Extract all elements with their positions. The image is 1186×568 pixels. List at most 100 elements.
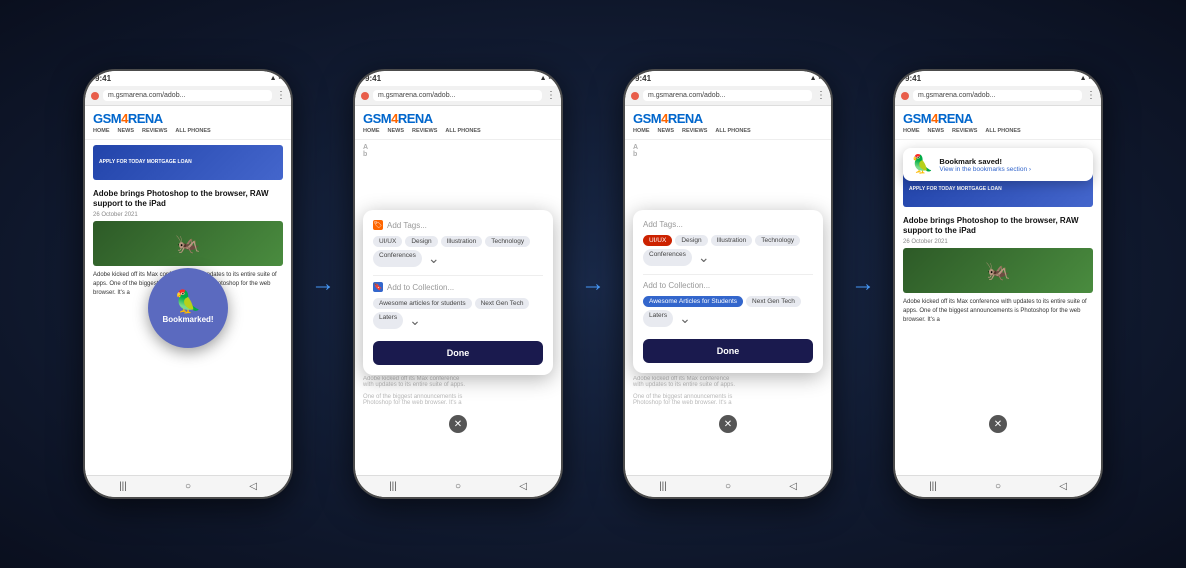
nav-home-btn-1[interactable]: ○ (185, 481, 191, 492)
browser-dot-3 (631, 92, 639, 100)
ad-banner-1: APPLY FOR TODAY MORTGAGE LOAN (93, 145, 283, 180)
nav-phones-1[interactable]: ALL PHONES (175, 128, 210, 134)
nav-back-3[interactable]: ||| (659, 481, 667, 492)
phone-4: 9:41 ▲ ▪ m.gsmarena.com/adob... ⋮ GSM4re… (893, 69, 1103, 499)
tag-conferences-2[interactable]: Conferences (373, 250, 422, 267)
coll-tag-awesome-2[interactable]: Awesome articles for students (373, 298, 472, 309)
browser-menu-1[interactable]: ⋮ (276, 90, 285, 101)
coll-tag-nextgen-2[interactable]: Next Gen Tech (475, 298, 530, 309)
article-img-1: 🦗 (93, 221, 283, 266)
coll-tag-laters-2[interactable]: Laters (373, 312, 403, 329)
article-body-1: Adobe kicked off its Max conference with… (85, 266, 291, 303)
tags-input-2[interactable]: Add Tags... (387, 221, 543, 230)
browser-url-4: m.gsmarena.com/adob... (913, 90, 1082, 101)
tag-design-2[interactable]: Design (405, 236, 437, 247)
tag-conferences-3[interactable]: Conferences (643, 249, 692, 266)
nav-reviews-4[interactable]: REVIEWS (952, 128, 977, 134)
browser-menu-4[interactable]: ⋮ (1086, 90, 1095, 101)
article-preview-2: Ab (355, 140, 561, 162)
nav-back-1[interactable]: ||| (119, 481, 127, 492)
done-button-2[interactable]: Done (373, 341, 543, 365)
modal-panel-2[interactable]: 🏷 Add Tags... UI/UX Design Illustration … (363, 210, 553, 375)
close-button-2[interactable]: ✕ (449, 415, 467, 433)
tags-row-3: UI/UX Design Illustration Technology Con… (643, 235, 813, 266)
done-button-3[interactable]: Done (643, 339, 813, 363)
nav-phones-3[interactable]: ALL PHONES (715, 128, 750, 134)
time-1: 9:41 (95, 74, 111, 83)
gsmarena-nav-2: HOME NEWS REVIEWS ALL PHONES (363, 128, 553, 134)
tag-more-2[interactable]: ⌄ (425, 250, 443, 267)
nav-home-4[interactable]: HOME (903, 128, 920, 134)
nav-home-2[interactable]: HOME (363, 128, 380, 134)
article-img-4: 🦗 (903, 248, 1093, 293)
browser-menu-3[interactable]: ⋮ (816, 90, 825, 101)
status-icons-2: ▲ ▪ (540, 75, 551, 82)
battery-icon-2: ▪ (549, 75, 551, 82)
nav-reviews-3[interactable]: REVIEWS (682, 128, 707, 134)
signal-icon-3: ▲ (810, 75, 817, 82)
toast-text: Bookmark saved! View in the bookmarks se… (939, 157, 1031, 173)
tag-illustration-2[interactable]: Illustration (441, 236, 483, 247)
nav-news-3[interactable]: NEWS (658, 128, 675, 134)
tags-icon-2: 🏷 (373, 220, 383, 230)
nav-reviews-2[interactable]: REVIEWS (412, 128, 437, 134)
gsmarena-logo-2: GSM4rena (363, 111, 553, 126)
article-date-4: 26 October 2021 (895, 239, 1101, 248)
nav-home-btn-3[interactable]: ○ (725, 481, 731, 492)
nav-home-btn-4[interactable]: ○ (995, 481, 1001, 492)
nav-phones-4[interactable]: ALL PHONES (985, 128, 1020, 134)
nav-home-btn-2[interactable]: ○ (455, 481, 461, 492)
nav-reviews-1[interactable]: REVIEWS (142, 128, 167, 134)
coll-tag-awesome-3[interactable]: Awesome Articles for Students (643, 296, 743, 307)
nav-recent-2[interactable]: ◁ (519, 481, 527, 492)
nav-recent-3[interactable]: ◁ (789, 481, 797, 492)
tag-illustration-3[interactable]: Illustration (711, 235, 753, 246)
browser-menu-2[interactable]: ⋮ (546, 90, 555, 101)
collection-icon-2: 🔖 (373, 282, 383, 292)
gsmarena-header-1: GSM4rena HOME NEWS REVIEWS ALL PHONES (85, 106, 291, 140)
gsmarena-header-4: GSM4rena HOME NEWS REVIEWS ALL PHONES (895, 106, 1101, 140)
status-bar-2: 9:41 ▲ ▪ (355, 71, 561, 86)
divider-3 (643, 274, 813, 275)
nav-news-1[interactable]: NEWS (118, 128, 135, 134)
article-date-1: 26 October 2021 (85, 212, 291, 221)
collection-input-2[interactable]: Add to Collection... (387, 283, 543, 292)
tag-technology-2[interactable]: Technology (485, 236, 530, 247)
coll-tag-more-2[interactable]: ⌄ (406, 312, 424, 329)
nav-home-1[interactable]: HOME (93, 128, 110, 134)
nav-home-3[interactable]: HOME (633, 128, 650, 134)
tag-uiux-3[interactable]: UI/UX (643, 235, 672, 246)
tag-design-3[interactable]: Design (675, 235, 707, 246)
toast-subtitle[interactable]: View in the bookmarks section › (939, 166, 1031, 173)
coll-tag-nextgen-3[interactable]: Next Gen Tech (746, 296, 801, 307)
bottom-nav-1: ||| ○ ◁ (85, 475, 291, 497)
tag-more-3[interactable]: ⌄ (695, 249, 713, 266)
modal-panel-3[interactable]: Add Tags... UI/UX Design Illustration Te… (633, 210, 823, 373)
tag-technology-3[interactable]: Technology (755, 235, 800, 246)
nav-recent-1[interactable]: ◁ (249, 481, 257, 492)
status-bar-1: 9:41 ▲ ▪ (85, 71, 291, 86)
bookmark-toast[interactable]: 🦜 Bookmark saved! View in the bookmarks … (903, 148, 1093, 181)
nav-recent-4[interactable]: ◁ (1059, 481, 1067, 492)
browser-bar-3: m.gsmarena.com/adob... ⋮ (625, 86, 831, 106)
gsmarena-header-3: GSM4rena HOME NEWS REVIEWS ALL PHONES (625, 106, 831, 140)
nav-phones-2[interactable]: ALL PHONES (445, 128, 480, 134)
article-preview-3: Ab (625, 140, 831, 162)
nav-news-2[interactable]: NEWS (388, 128, 405, 134)
coll-tag-laters-3[interactable]: Laters (643, 310, 673, 327)
battery-icon-4: ▪ (1089, 75, 1091, 82)
nav-back-4[interactable]: ||| (929, 481, 937, 492)
collection-input-3[interactable]: Add to Collection... (643, 281, 813, 290)
collection-section-label-3: Add to Collection... (643, 281, 813, 290)
coll-tag-more-3[interactable]: ⌄ (676, 310, 694, 327)
gsmarena-logo-4: GSM4rena (903, 111, 1093, 126)
status-icons-3: ▲ ▪ (810, 75, 821, 82)
nav-news-4[interactable]: NEWS (928, 128, 945, 134)
time-3: 9:41 (635, 74, 651, 83)
close-button-3[interactable]: ✕ (719, 415, 737, 433)
close-button-4[interactable]: ✕ (989, 415, 1007, 433)
tags-input-3[interactable]: Add Tags... (643, 220, 813, 229)
nav-back-2[interactable]: ||| (389, 481, 397, 492)
phone-2: 9:41 ▲ ▪ m.gsmarena.com/adob... ⋮ GSM4re… (353, 69, 563, 499)
tag-uiux-2[interactable]: UI/UX (373, 236, 402, 247)
